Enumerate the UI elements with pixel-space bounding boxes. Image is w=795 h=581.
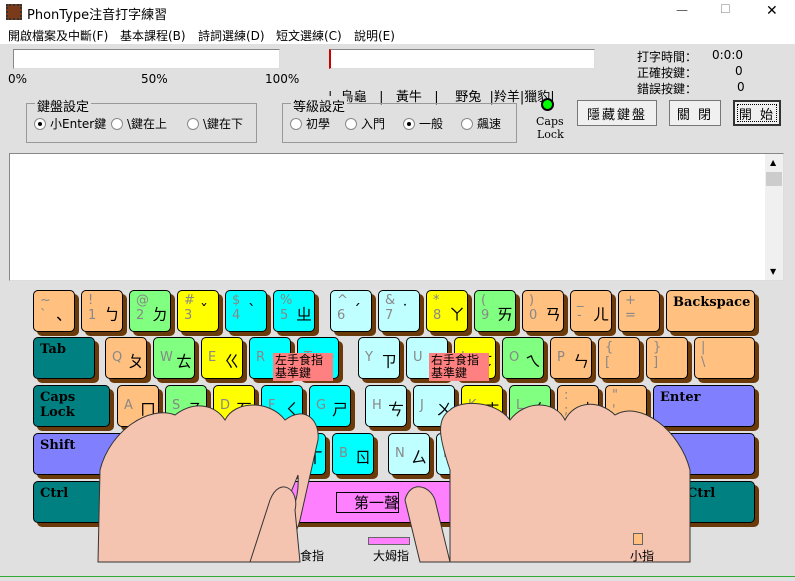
left-index-tip: 左手食指基準鍵 — [273, 353, 333, 381]
index-label: 食指 — [300, 549, 325, 563]
pinky-color-bar — [633, 533, 643, 545]
status-bar — [0, 576, 795, 581]
right-hand — [440, 402, 691, 563]
hands-illustration — [97, 402, 691, 563]
thumb-label: 大姆指 — [373, 549, 410, 563]
right-index-tip: 右手食指基準鍵 — [429, 353, 489, 381]
pinky-label: 小指 — [630, 549, 655, 563]
thumb-color-bar — [368, 537, 410, 545]
right-thumb — [404, 486, 451, 563]
